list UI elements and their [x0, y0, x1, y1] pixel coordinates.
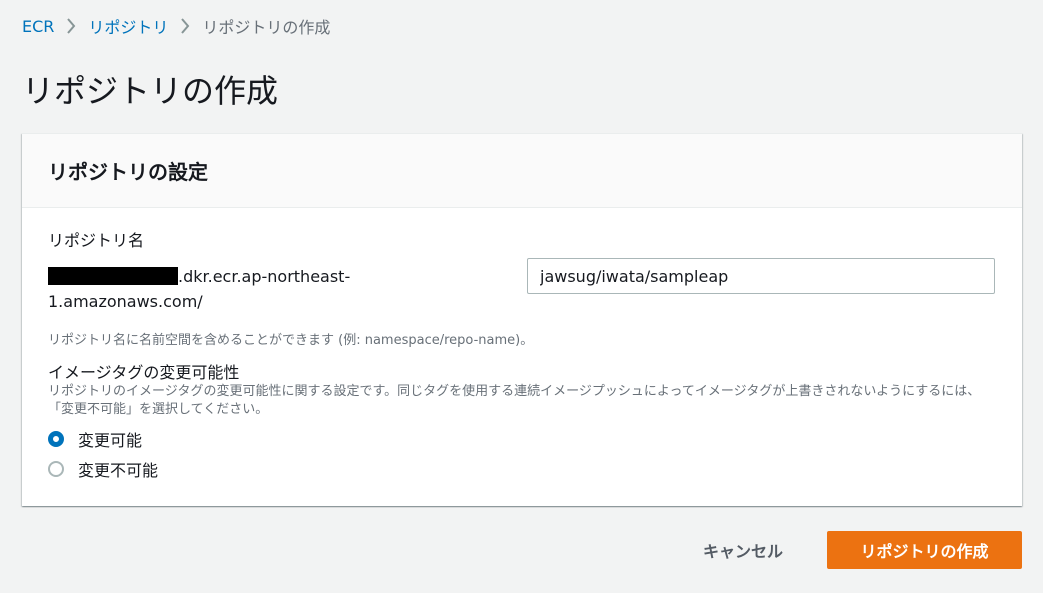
repo-name-hint: リポジトリ名に名前空間を含めることができます (例: namespace/rep…	[48, 333, 534, 348]
radio-mutable[interactable]: 変更可能	[48, 427, 142, 451]
breadcrumb-current: リポジトリの作成	[202, 18, 331, 37]
breadcrumb-ecr-link[interactable]: ECR	[22, 17, 54, 36]
create-repository-button[interactable]: リポジトリの作成	[827, 531, 1022, 569]
page-title: リポジトリの作成	[22, 72, 279, 110]
cancel-button[interactable]: キャンセル	[684, 531, 802, 569]
radio-immutable[interactable]: 変更不可能	[48, 457, 158, 481]
repo-name-label: リポジトリ名	[48, 231, 145, 250]
radio-button-unchecked[interactable]	[48, 461, 64, 477]
tag-mutability-label: イメージタグの変更可能性	[48, 363, 240, 382]
chevron-right-icon	[54, 18, 88, 34]
repo-name-input[interactable]	[527, 258, 995, 294]
breadcrumb: ECR リポジトリ リポジトリの作成	[22, 14, 330, 38]
uri-suffix-line2: 1.amazonaws.com/	[48, 292, 203, 311]
breadcrumb-repositories-link[interactable]: リポジトリ	[88, 14, 168, 38]
tag-mutability-description: リポジトリのイメージタグの変更可能性に関する設定です。同じタグを使用する連続イメ…	[48, 384, 981, 417]
uri-suffix-line1: .dkr.ecr.ap-northeast-	[178, 267, 351, 286]
radio-mutable-label: 変更可能	[78, 431, 143, 450]
radio-immutable-label: 変更不可能	[78, 461, 159, 480]
panel-title: リポジトリの設定	[48, 160, 208, 184]
chevron-right-icon	[168, 18, 202, 34]
redacted-account-id	[48, 267, 178, 285]
repository-settings-panel: リポジトリの設定 リポジトリ名 .dkr.ecr.ap-northeast- 1…	[22, 133, 1022, 506]
panel-header: リポジトリの設定	[22, 134, 1022, 208]
radio-button-checked[interactable]	[48, 431, 64, 447]
registry-uri-prefix: .dkr.ecr.ap-northeast- 1.amazonaws.com/	[48, 264, 378, 314]
